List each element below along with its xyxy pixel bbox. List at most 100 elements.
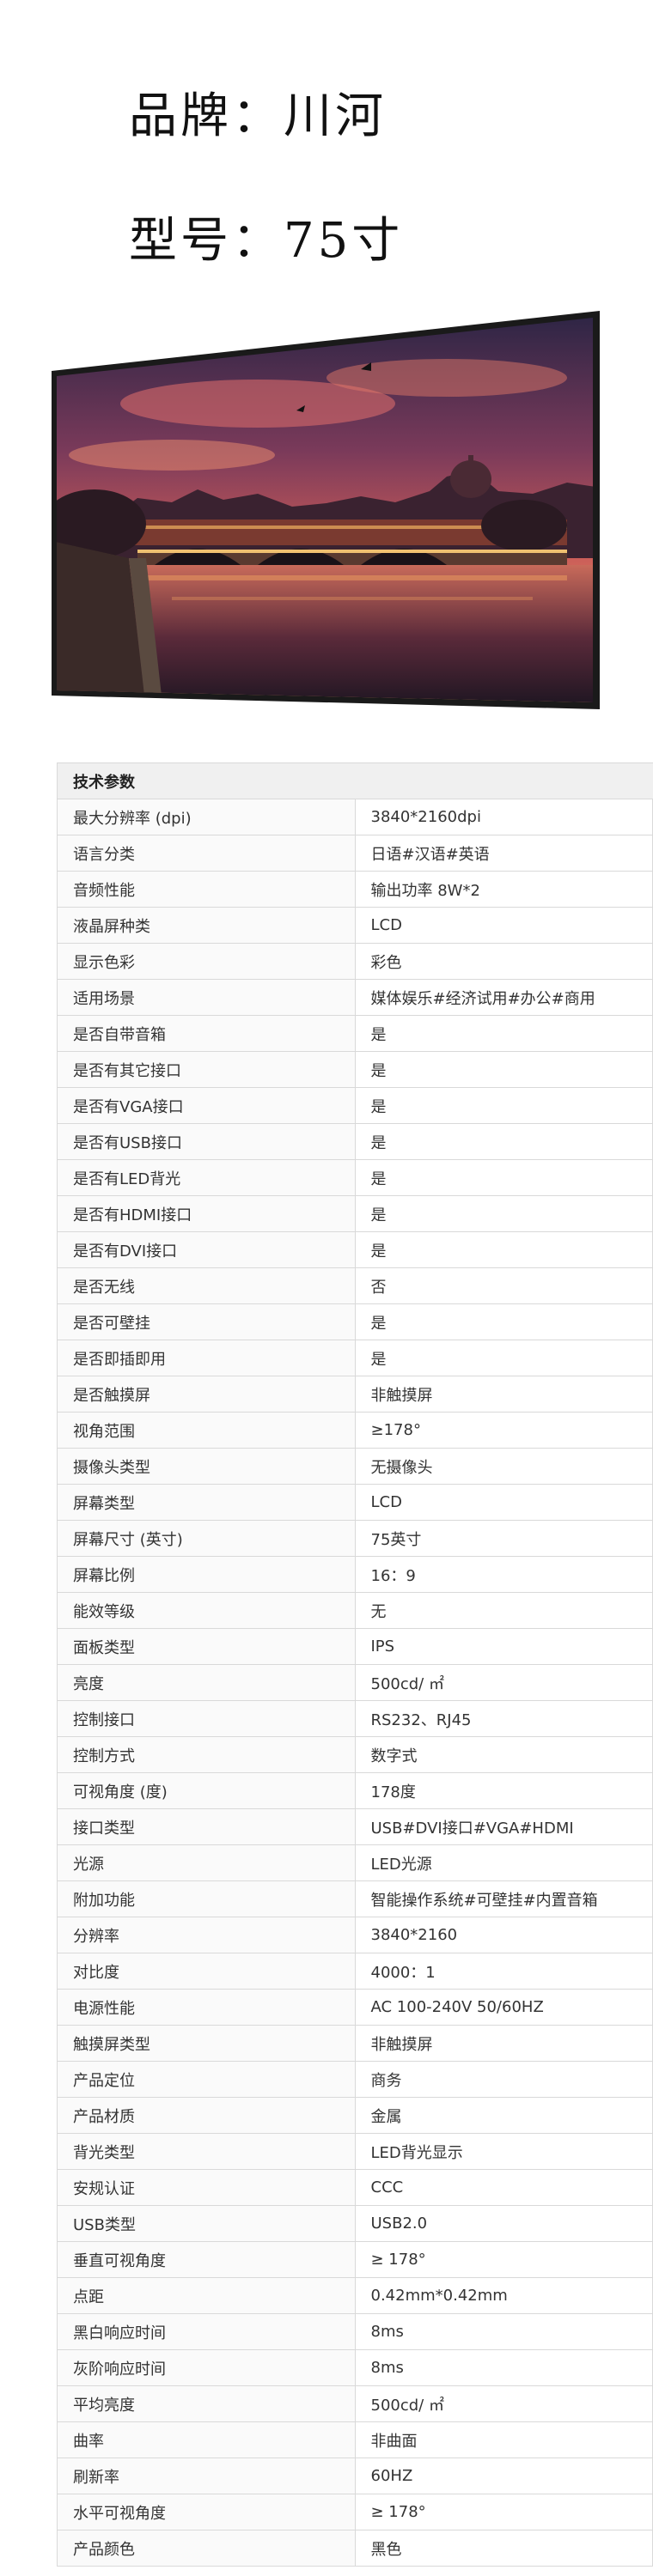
spec-key: 平均亮度 — [57, 2385, 356, 2422]
spec-value: 彩色 — [354, 943, 653, 980]
spec-row: 水平可视角度 ≥ 178° — [57, 2494, 653, 2530]
spec-row: 接口类型 USB#DVI接口#VGA#HDMI — [57, 1808, 653, 1845]
spec-value: 500cd/ ㎡ — [354, 1664, 653, 1701]
spec-row: 屏幕类型 LCD — [57, 1484, 653, 1521]
spec-value: ≥ 178° — [354, 2241, 653, 2278]
spec-value: ≥ 178° — [354, 2494, 653, 2530]
spec-key: 是否无线 — [57, 1267, 356, 1304]
spec-key: 是否有DVI接口 — [57, 1231, 356, 1268]
spec-row: 显示色彩 彩色 — [57, 943, 653, 980]
spec-key: 是否有USB接口 — [57, 1123, 356, 1160]
spec-key: 视角范围 — [57, 1412, 356, 1449]
spec-row: 是否有LED背光是 — [57, 1159, 653, 1196]
spec-row: 语言分类 日语#汉语#英语 — [57, 835, 653, 872]
spec-key: 是否有LED背光 — [57, 1159, 356, 1196]
spec-row: 触摸屏类型 非触摸屏 — [57, 2025, 653, 2062]
spec-value: 3840*2160dpi — [354, 799, 653, 835]
spec-value: ≥178° — [354, 1412, 653, 1449]
spec-row: 是否有VGA接口是 — [57, 1087, 653, 1124]
spec-value: 8ms — [354, 2313, 653, 2350]
spec-value: 8ms — [354, 2349, 653, 2386]
spec-row: 产品材质 金属 — [57, 2097, 653, 2134]
spec-value: 是 — [354, 1015, 653, 1052]
spec-table-heading: 技术参数 — [57, 762, 355, 799]
spec-row: 是否无线否 — [57, 1267, 653, 1304]
spec-key: 电源性能 — [57, 1989, 356, 2026]
spec-row: 是否有其它接口是 — [57, 1051, 653, 1088]
spec-key: 刷新率 — [57, 2458, 356, 2494]
spec-value: 0.42mm*0.42mm — [354, 2277, 653, 2314]
spec-value: 500cd/ ㎡ — [354, 2385, 653, 2422]
spec-row: 是否即插即用是 — [57, 1340, 653, 1376]
spec-row: 平均亮度 500cd/ ㎡ — [57, 2385, 653, 2422]
spec-key: 液晶屏种类 — [57, 907, 356, 944]
spec-row: 屏幕比例 16：9 — [57, 1556, 653, 1593]
spec-key: 黑白响应时间 — [57, 2313, 356, 2350]
spec-row: 是否有USB接口是 — [57, 1123, 653, 1160]
spec-key: 屏幕类型 — [57, 1484, 356, 1521]
spec-value: 是 — [354, 1123, 653, 1160]
spec-key: 是否即插即用 — [57, 1340, 356, 1376]
spec-row: 控制接口 RS232、RJ45 — [57, 1700, 653, 1737]
spec-row: 音频性能 输出功率 8W*2 — [57, 871, 653, 908]
spec-value: 无摄像头 — [354, 1448, 653, 1485]
spec-value: LCD — [354, 907, 653, 944]
spec-value: 是 — [354, 1159, 653, 1196]
spec-row: 是否可壁挂是 — [57, 1303, 653, 1340]
spec-key: 最大分辨率 (dpi) — [57, 799, 356, 835]
spec-key: 产品定位 — [57, 2061, 356, 2098]
tv-screen — [57, 318, 593, 702]
spec-value: 智能操作系统#可壁挂#内置音箱 — [354, 1880, 653, 1917]
spec-key: 触摸屏类型 — [57, 2025, 356, 2062]
spec-row: 摄像头类型 无摄像头 — [57, 1448, 653, 1485]
spec-value: 否 — [354, 1267, 653, 1304]
tv-product-image — [0, 301, 653, 721]
tv-illustration — [52, 311, 600, 709]
spec-value: 商务 — [354, 2061, 653, 2098]
spec-row: 刷新率 60HZ — [57, 2458, 653, 2494]
spec-row: 是否有HDMI接口是 — [57, 1195, 653, 1232]
spec-table-body: 最大分辨率 (dpi) 3840*2160dpi 语言分类 日语#汉语#英语 音频性能输… — [57, 799, 653, 2567]
spec-value: CCC — [354, 2169, 653, 2206]
spec-value: 60HZ — [354, 2458, 653, 2494]
spec-key: 摄像头类型 — [57, 1448, 356, 1485]
spec-row: 附加功能 智能操作系统#可壁挂#内置音箱 — [57, 1880, 653, 1917]
spec-value: 无 — [354, 1592, 653, 1629]
spec-row: 分辨率 3840*2160 — [57, 1917, 653, 1953]
spec-row: 可视角度 (度) 178度 — [57, 1772, 653, 1809]
spec-row: 产品颜色 黑色 — [57, 2530, 653, 2567]
spec-key: 是否有VGA接口 — [57, 1087, 356, 1124]
spec-value: 是 — [354, 1231, 653, 1268]
spec-value: 日语#汉语#英语 — [354, 835, 653, 872]
spec-value: AC 100-240V 50/60HZ — [354, 1989, 653, 2026]
spec-value: IPS — [354, 1628, 653, 1665]
spec-key: 是否自带音箱 — [57, 1015, 356, 1052]
spec-key: 产品材质 — [57, 2097, 356, 2134]
spec-key: 屏幕比例 — [57, 1556, 356, 1593]
spec-row: 背光类型 LED背光显示 — [57, 2133, 653, 2170]
spec-value: 是 — [354, 1303, 653, 1340]
spec-key: 水平可视角度 — [57, 2494, 356, 2530]
spec-row: 控制方式 数字式 — [57, 1736, 653, 1773]
spec-row: 垂直可视角度 ≥ 178° — [57, 2241, 653, 2278]
spec-row: 最大分辨率 (dpi) 3840*2160dpi — [57, 799, 653, 835]
spec-key: 可视角度 (度) — [57, 1772, 356, 1809]
spec-value: 非触摸屏 — [354, 2025, 653, 2062]
spec-table-header: 技术参数 — [57, 762, 653, 799]
spec-value: 非曲面 — [354, 2421, 653, 2458]
spec-key: 曲率 — [57, 2421, 356, 2458]
spec-row: 是否触摸屏 非触摸屏 — [57, 1376, 653, 1413]
spec-value: LED背光显示 — [354, 2133, 653, 2170]
spec-key: 灰阶响应时间 — [57, 2349, 356, 2386]
spec-value: LCD — [354, 1484, 653, 1521]
spec-row: 光源 LED光源 — [57, 1844, 653, 1881]
spec-value: 75英寸 — [354, 1520, 653, 1557]
spec-key: 垂直可视角度 — [57, 2241, 356, 2278]
spec-key: 是否触摸屏 — [57, 1376, 356, 1413]
spec-key: 亮度 — [57, 1664, 356, 1701]
spec-row: 是否自带音箱是 — [57, 1015, 653, 1052]
spec-value: 3840*2160 — [354, 1917, 653, 1953]
spec-value: 是 — [354, 1340, 653, 1376]
spec-value: USB#DVI接口#VGA#HDMI — [354, 1808, 653, 1845]
spec-value: 4000：1 — [354, 1953, 653, 1990]
